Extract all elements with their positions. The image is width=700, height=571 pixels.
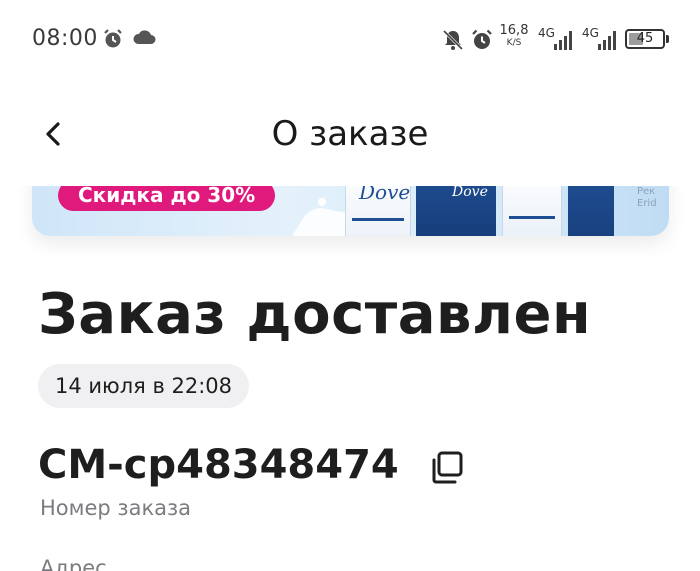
battery-icon: 45 [625,29,665,49]
order-number-label: Номер заказа [40,496,192,520]
app-header: О заказе [0,80,700,186]
bottle-stripe [352,218,404,221]
order-details-screen: 08:00 16,8 K/S 4G 4G 45 О заказе Dove Do… [0,0,700,571]
alarm-icon [472,29,492,49]
brand-logo: Dove [452,184,488,200]
bottle-stripe [509,216,555,219]
cloud-icon [133,30,156,44]
signal-icon [598,31,616,50]
alarm-icon [104,29,122,48]
mute-bell-icon [442,29,464,51]
copy-icon [432,451,463,484]
copy-button[interactable] [428,449,466,487]
battery-level: 45 [636,31,654,46]
battery-cap [666,35,669,43]
net-speed: 16,8 K/S [499,24,529,48]
order-status-title: Заказ доставлен [38,282,592,347]
page-title: О заказе [271,114,429,154]
net-speed-unit: K/S [506,38,522,48]
delivery-date-chip: 14 июля в 22:08 [38,364,250,408]
address-label: Адрес [40,556,107,571]
ad-marker: Рек Erid [637,186,657,209]
status-time: 08:00 [32,26,98,51]
signal-icon [554,31,572,50]
net-speed-value: 16,8 [499,23,529,38]
status-bar: 08:00 16,8 K/S 4G 4G 45 [0,0,700,80]
order-number: СМ-ср48348474 [38,442,399,488]
